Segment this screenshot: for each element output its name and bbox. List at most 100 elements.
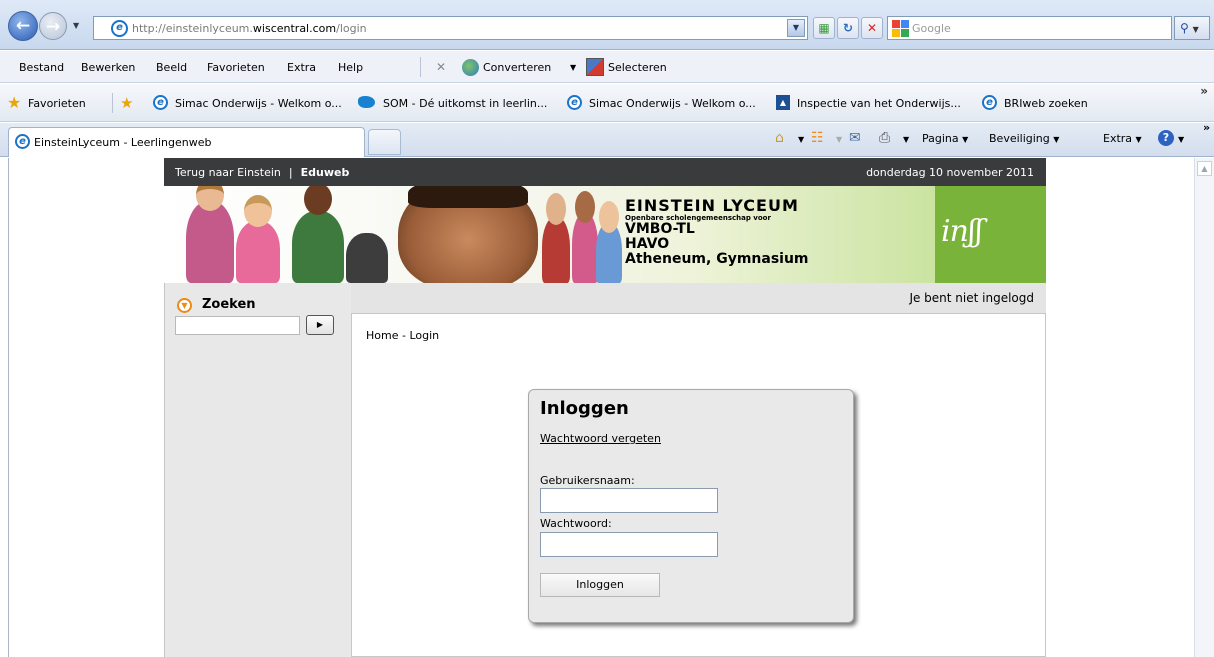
beveiliging-menu[interactable]: Beveiliging ▼ xyxy=(989,132,1059,145)
som-icon xyxy=(358,96,375,108)
home-dropdown-icon[interactable]: ▼ xyxy=(798,135,804,144)
left-sidebar: ▼ Zoeken ▶ xyxy=(164,283,351,657)
banner-line-vmbo: VMBO-TL xyxy=(625,221,695,237)
login-button[interactable]: Inloggen xyxy=(540,573,660,597)
banner-student-image xyxy=(596,201,622,283)
menu-separator xyxy=(420,57,421,77)
banner-student-image xyxy=(346,233,388,283)
forward-button[interactable]: → xyxy=(39,12,67,40)
site-top-bar: Terug naar Einstein | Eduweb donderdag 10 … xyxy=(164,158,1046,186)
arrow-left-icon: ← xyxy=(15,16,31,36)
tab-ie-icon: e xyxy=(15,134,30,149)
stop-button[interactable]: ✕ xyxy=(861,17,883,39)
print-icon[interactable]: ⎙ xyxy=(879,130,890,146)
converteren-button[interactable]: Converteren xyxy=(483,61,551,74)
chevron-down-circle-icon[interactable]: ▼ xyxy=(177,298,192,313)
selecteren-icon xyxy=(586,58,604,76)
selecteren-button[interactable]: Selecteren xyxy=(608,61,667,74)
help-dropdown-icon[interactable]: ▼ xyxy=(1178,135,1184,144)
ie-icon: e xyxy=(567,95,582,110)
search-button[interactable]: ⚲ ▼ xyxy=(1174,16,1210,40)
scroll-up-icon[interactable]: ▲ xyxy=(1197,161,1212,176)
converteren-icon xyxy=(462,59,479,76)
fav-link-inspectie[interactable]: Inspectie van het Onderwijs... xyxy=(797,97,961,110)
password-field[interactable] xyxy=(540,532,718,557)
new-tab-button[interactable] xyxy=(368,129,401,155)
extra-menu[interactable]: Extra ▼ xyxy=(1103,132,1142,145)
pagina-menu[interactable]: Pagina ▼ xyxy=(922,132,968,145)
tab-einsteinlyceum[interactable]: e EinsteinLyceum - Leerlingenweb xyxy=(8,127,365,157)
feeds-dropdown-icon[interactable]: ▼ xyxy=(836,135,842,144)
menu-favorieten[interactable]: Favorieten xyxy=(207,61,265,74)
login-status: Je bent niet ingelogd xyxy=(909,291,1034,305)
compatibility-view-button[interactable]: ▦ xyxy=(813,17,835,39)
favorites-separator xyxy=(112,93,113,113)
arrow-right-icon: → xyxy=(45,17,61,37)
fav-link-briweb[interactable]: BRIweb zoeken xyxy=(1004,97,1088,110)
banner-student-image xyxy=(186,186,234,283)
chevron-down-icon: ▼ xyxy=(962,135,969,144)
chevron-down-icon: ▼ xyxy=(1053,135,1060,144)
ie-icon: e xyxy=(982,95,997,110)
tab-bar: e EinsteinLyceum - Leerlingenweb ⌂ ▼ ☷ ▼… xyxy=(0,121,1214,157)
banner-line-atheneum: Atheneum, Gymnasium xyxy=(625,251,809,267)
login-title: Inloggen xyxy=(540,398,629,419)
address-dropdown-icon[interactable]: ▼ xyxy=(787,19,805,37)
menu-extra[interactable]: Extra xyxy=(287,61,316,74)
favorites-star-icon: ★ xyxy=(7,93,22,112)
site-date: donderdag 10 november 2011 xyxy=(866,166,1034,179)
site-search-button[interactable]: ▶ xyxy=(306,315,334,335)
tab-title: EinsteinLyceum - Leerlingenweb xyxy=(34,136,212,149)
converteren-dropdown-icon[interactable]: ▼ xyxy=(570,63,576,72)
address-bar[interactable]: e http://einsteinlyceum.wiscentral.com/l… xyxy=(93,16,808,40)
search-box[interactable]: Google xyxy=(887,16,1172,40)
play-arrow-icon: ▶ xyxy=(316,320,324,329)
username-field[interactable] xyxy=(540,488,718,513)
vertical-scrollbar[interactable]: ▲ xyxy=(1194,158,1214,657)
menu-help[interactable]: Help xyxy=(338,61,363,74)
banner-line-havo: HAVO xyxy=(625,236,670,252)
site-banner: EINSTEIN LYCEUM Openbare scholengemeensc… xyxy=(164,186,1046,283)
more-favorites-chevron-icon[interactable]: » xyxy=(1200,84,1208,98)
ie-icon: e xyxy=(153,95,168,110)
breadcrumb: Home - Login xyxy=(366,329,440,342)
inspectie-icon: ▲ xyxy=(776,95,790,110)
einstein-site: Terug naar Einstein | Eduweb donderdag 10 … xyxy=(164,158,1046,657)
mail-icon[interactable]: ✉ xyxy=(849,130,861,146)
history-dropdown-icon[interactable]: ▼ xyxy=(73,21,79,30)
chevron-down-icon: ▼ xyxy=(1192,25,1199,34)
forgot-password-link[interactable]: Wachtwoord vergeten xyxy=(540,432,661,445)
main-header: Je bent niet ingelogd xyxy=(351,283,1046,313)
address-url[interactable]: http://einsteinlyceum.wiscentral.com/log… xyxy=(132,22,367,35)
print-dropdown-icon[interactable]: ▼ xyxy=(903,135,909,144)
banner-title: EINSTEIN LYCEUM xyxy=(625,196,799,215)
link-separator: | xyxy=(288,166,293,179)
help-icon[interactable]: ? xyxy=(1158,130,1174,146)
search-placeholder: Google xyxy=(912,22,951,35)
site-search-input[interactable] xyxy=(175,316,300,335)
fav-link-som[interactable]: SOM - Dé uitkomst in leerlin... xyxy=(383,97,547,110)
favorites-bar: ★ Favorieten ★ e Simac Onderwijs - Welko… xyxy=(0,84,1214,122)
refresh-button[interactable]: ↻ xyxy=(837,17,859,39)
favorites-button[interactable]: Favorieten xyxy=(28,97,86,110)
username-label: Gebruikersnaam: xyxy=(540,474,635,487)
banner-student-face-image xyxy=(398,186,538,283)
add-to-favorites-icon[interactable]: ★ xyxy=(120,94,133,112)
fav-link-simac-1[interactable]: Simac Onderwijs - Welkom o... xyxy=(175,97,342,110)
fav-link-simac-2[interactable]: Simac Onderwijs - Welkom o... xyxy=(589,97,756,110)
school-logo-signature: inʃʃ xyxy=(941,214,983,249)
menu-bewerken[interactable]: Bewerken xyxy=(81,61,135,74)
menu-beeld[interactable]: Beeld xyxy=(156,61,187,74)
menu-bestand[interactable]: Bestand xyxy=(19,61,64,74)
home-icon[interactable]: ⌂ xyxy=(775,130,784,146)
close-toolbar-icon[interactable]: ✕ xyxy=(436,60,446,74)
search-title: Zoeken xyxy=(202,297,256,312)
page-ie-icon: e xyxy=(111,20,128,37)
link-terug-naar-einstein[interactable]: Terug naar Einstein xyxy=(175,166,281,179)
link-eduweb[interactable]: Eduweb xyxy=(301,166,350,179)
feeds-icon[interactable]: ☷ xyxy=(811,130,824,146)
back-button[interactable]: ← xyxy=(8,11,38,41)
chevron-down-icon: ▼ xyxy=(1135,135,1142,144)
page-viewport: Terug naar Einstein | Eduweb donderdag 10 … xyxy=(8,158,1194,657)
more-commands-chevron-icon[interactable]: » xyxy=(1203,121,1210,134)
